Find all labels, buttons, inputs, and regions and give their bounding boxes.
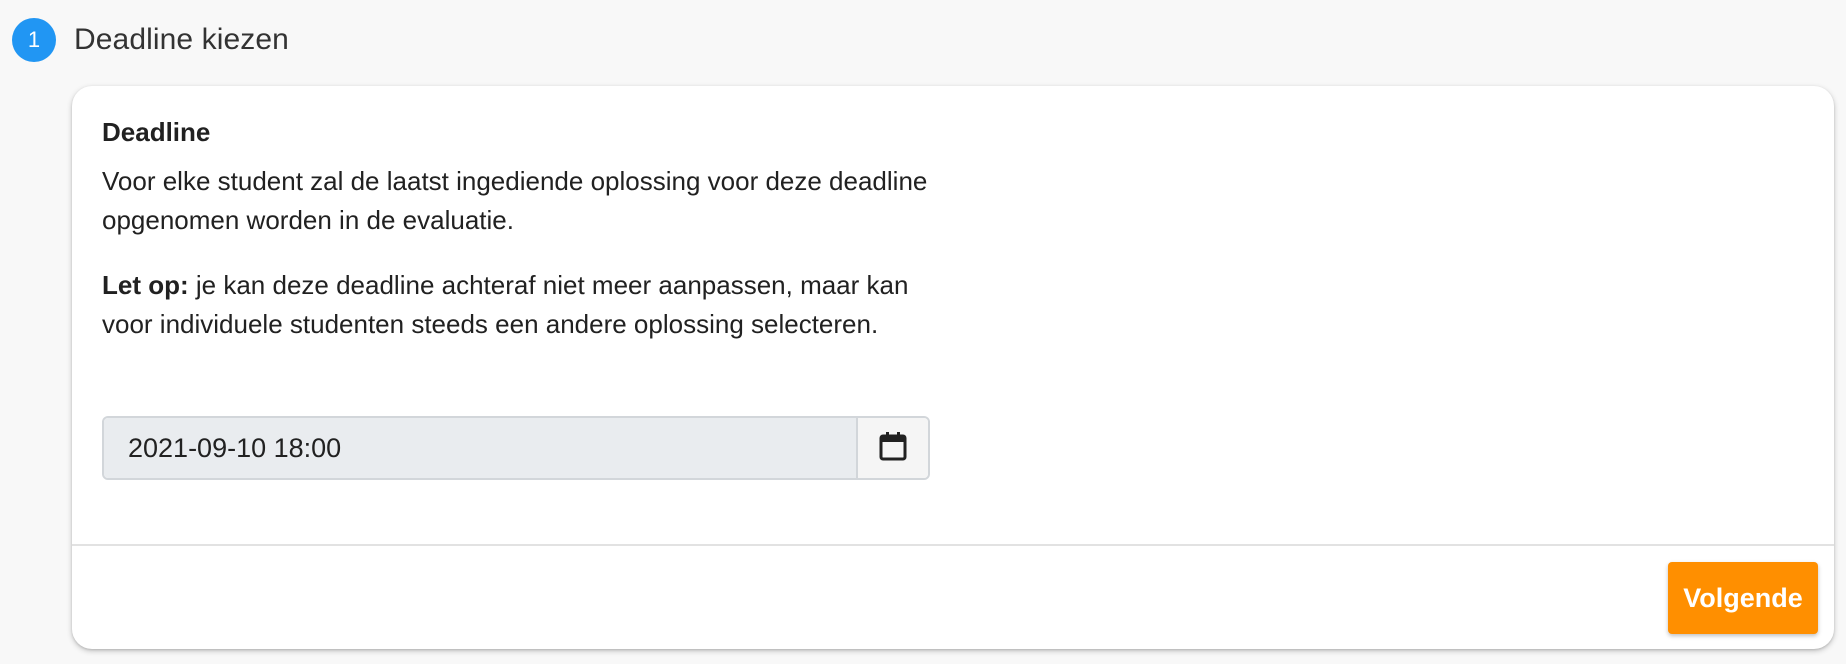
deadline-date-input[interactable] xyxy=(104,418,856,478)
calendar-button[interactable] xyxy=(856,418,928,478)
step-number-badge: 1 xyxy=(12,18,56,62)
step-title: Deadline kiezen xyxy=(74,23,289,56)
warning-label: Let op: xyxy=(102,270,189,300)
deadline-date-picker xyxy=(102,416,930,480)
card-body: Deadline Voor elke student zal de laatst… xyxy=(102,114,932,370)
calendar-icon xyxy=(879,431,907,466)
deadline-field-title: Deadline xyxy=(102,117,211,147)
next-button[interactable]: Volgende xyxy=(1668,562,1818,634)
warning-text: je kan deze deadline achteraf niet meer … xyxy=(102,270,909,339)
deadline-card: Deadline Voor elke student zal de laatst… xyxy=(72,86,1834,649)
step-header: 1 Deadline kiezen xyxy=(12,16,289,64)
card-divider xyxy=(72,544,1834,546)
deadline-warning: Let op: je kan deze deadline achteraf ni… xyxy=(102,266,932,344)
deadline-description: Voor elke student zal de laatst ingedien… xyxy=(102,166,928,235)
